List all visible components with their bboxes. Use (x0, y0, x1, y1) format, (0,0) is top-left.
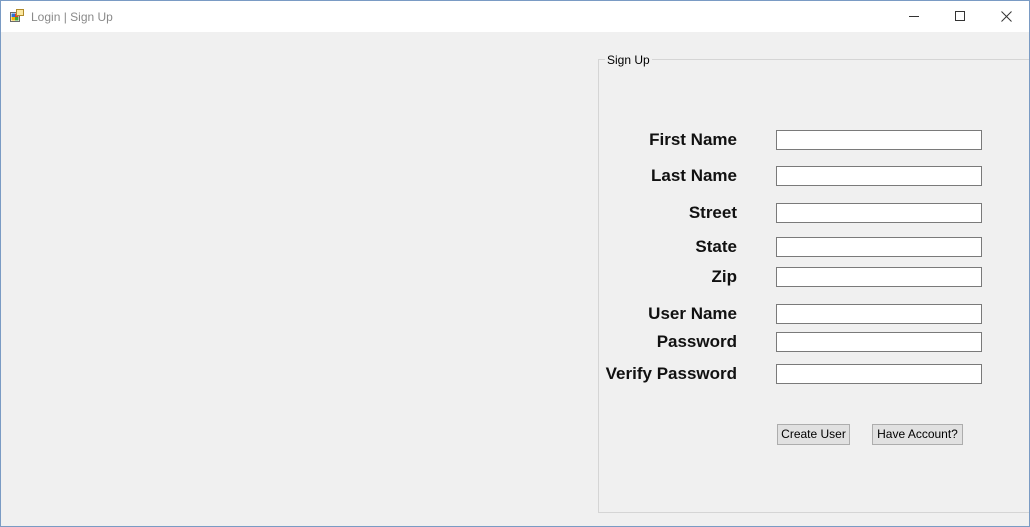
password-input[interactable] (776, 332, 982, 352)
close-button[interactable] (983, 1, 1029, 31)
first-name-input[interactable] (776, 130, 982, 150)
last-name-input[interactable] (776, 166, 982, 186)
maximize-icon (955, 11, 965, 21)
title-bar[interactable]: Login | Sign Up (1, 1, 1029, 32)
user-name-label: User Name (648, 304, 737, 323)
app-icon (10, 9, 24, 23)
zip-input[interactable] (776, 267, 982, 287)
password-label: Password (656, 332, 737, 351)
client-area: Sign Up First Name Last Name Street Stat… (1, 32, 1029, 526)
signup-group-title: Sign Up (605, 52, 652, 68)
have-account-button[interactable]: Have Account? (872, 424, 963, 445)
state-input[interactable] (776, 237, 982, 257)
minimize-button[interactable] (891, 1, 937, 31)
street-input[interactable] (776, 203, 982, 223)
verify-password-label: Verify Password (605, 364, 737, 383)
state-label: State (695, 237, 737, 256)
user-name-input[interactable] (776, 304, 982, 324)
first-name-label: First Name (649, 130, 737, 149)
verify-password-input[interactable] (776, 364, 982, 384)
close-icon (1001, 11, 1012, 22)
login-signup-window: Login | Sign Up Sign Up First Name Last … (0, 0, 1030, 527)
last-name-label: Last Name (651, 166, 737, 185)
zip-label: Zip (711, 267, 738, 286)
create-user-button[interactable]: Create User (777, 424, 850, 445)
maximize-button[interactable] (937, 1, 983, 31)
window-title: Login | Sign Up (31, 10, 113, 24)
street-label: Street (688, 203, 737, 222)
minimize-icon (909, 16, 919, 17)
